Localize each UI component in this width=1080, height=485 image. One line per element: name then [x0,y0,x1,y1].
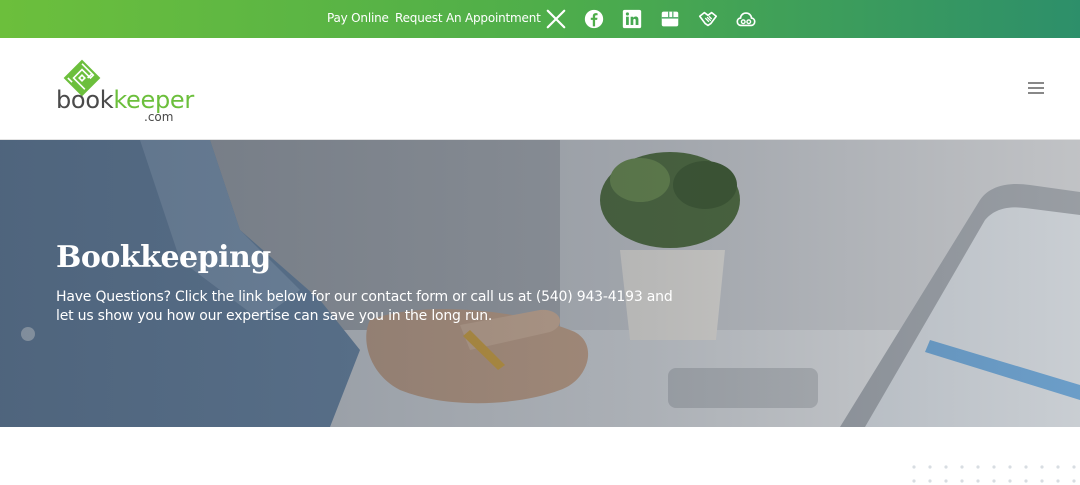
top-bar: Pay Online Request An Appointment [0,0,1080,38]
pay-online-link[interactable]: Pay Online [327,11,389,25]
facebook-icon[interactable] [583,8,605,30]
logo-book-text: book [56,86,114,114]
request-appointment-link[interactable]: Request An Appointment [395,11,541,25]
x-icon[interactable] [545,8,567,30]
cloud-icon[interactable] [735,8,757,30]
bookkeeper-logo[interactable]: bookkeeper .com [56,58,196,124]
hamburger-menu-icon[interactable] [1028,82,1044,96]
google-business-icon[interactable] [659,8,681,30]
site-header: bookkeeper .com [0,38,1080,140]
hero-title: Bookkeeping [56,240,271,275]
hero-description: Have Questions? Click the link below for… [56,289,673,324]
hero-overlay [0,140,1080,427]
hero-banner: Bookkeeping Have Questions? Click the li… [0,140,1080,427]
decorative-dots [912,465,1076,483]
handshake-icon[interactable] [697,8,719,30]
linkedin-icon[interactable] [621,8,643,30]
logo-dotcom-text: .com [144,110,174,124]
